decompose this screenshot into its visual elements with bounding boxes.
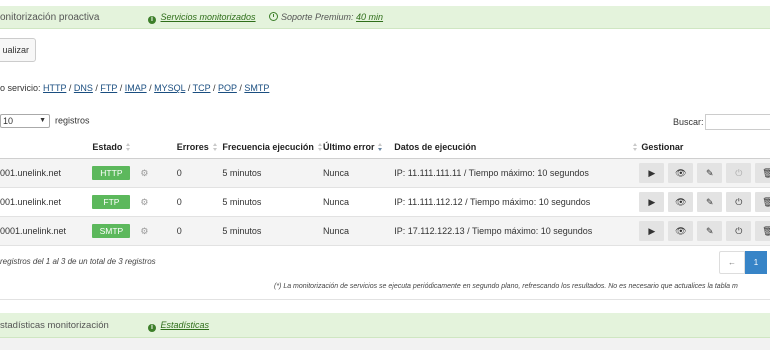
filter-mysql[interactable]: MYSQL <box>154 83 185 93</box>
cell-errores: 0 <box>176 158 223 188</box>
clock-icon <box>269 12 278 21</box>
stats-panel-header: stadísticas monitorización i Estadística… <box>0 313 770 338</box>
filter-http[interactable]: HTTP <box>43 83 66 93</box>
header-errores[interactable]: Errores <box>176 136 223 159</box>
stats-panel-body <box>0 338 770 350</box>
monitored-services: i Servicios monitorizados <box>148 12 256 24</box>
cell-frecuencia: 5 minutos <box>222 216 323 246</box>
stats-link[interactable]: Estadísticas <box>161 320 210 330</box>
cell-ultimo-error: Nunca <box>322 216 395 246</box>
gear-icon[interactable]: ⚙ <box>140 226 148 237</box>
cell-errores: 0 <box>176 187 223 217</box>
cell-ultimo-error: Nunca <box>322 187 395 217</box>
pagination: ← 1 <box>719 251 767 274</box>
cell-errores: 0 <box>176 216 223 246</box>
page-length-suffix: registros <box>55 115 90 126</box>
info-icon: i <box>148 16 156 24</box>
stats-link-wrap: i Estadísticas <box>148 320 209 332</box>
power-button[interactable]: ⏻︎ <box>726 163 752 183</box>
update-button[interactable]: ualizar <box>0 38 36 62</box>
cell-host: 0001.unelink.net <box>0 216 93 246</box>
sort-desc-icon <box>378 143 383 151</box>
cell-actions: ▶ 👁︎ ✎ ⏻︎ 🗑︎ <box>638 158 770 188</box>
delete-button[interactable]: 🗑︎ <box>755 221 770 241</box>
cell-frecuencia: 5 minutos <box>222 158 323 188</box>
edit-button[interactable]: ✎ <box>697 192 723 212</box>
service-filter: o servicio: HTTP / DNS / FTP / IMAP / MY… <box>0 83 270 93</box>
play-button[interactable]: ▶ <box>639 221 665 241</box>
page-length-select[interactable]: 10 ▼ <box>0 114 50 128</box>
stats-panel-title: stadísticas monitorización <box>0 320 109 331</box>
filter-ftp[interactable]: FTP <box>100 83 117 93</box>
header-frecuencia[interactable]: Frecuencia ejecución <box>222 136 323 159</box>
cell-frecuencia: 5 minutos <box>222 187 323 217</box>
table-header-row: Estado Errores Frecuencia ejecución Últi… <box>0 136 770 159</box>
cell-datos: IP: 17.112.122.13 / Tiempo máximo: 10 se… <box>394 216 639 246</box>
sort-icon <box>126 143 131 151</box>
search-label: Buscar: <box>673 117 704 127</box>
cell-host: 001.unelink.net <box>0 187 93 217</box>
edit-button[interactable]: ✎ <box>697 221 723 241</box>
header-estado[interactable]: Estado <box>92 136 177 159</box>
cell-estado: SMTP ⚙ <box>92 216 177 246</box>
monitoring-panel-header: onitorización proactiva i Servicios moni… <box>0 6 770 29</box>
table-row: 001.unelink.net FTP ⚙ 0 5 minutos Nunca I… <box>0 187 770 217</box>
premium-support-label: Soporte Premium: <box>281 12 357 22</box>
search-input[interactable] <box>705 114 770 130</box>
caret-down-icon: ▼ <box>39 117 46 124</box>
filter-smtp[interactable]: SMTP <box>244 83 269 93</box>
panel-title: onitorización proactiva <box>0 12 100 23</box>
service-filter-label: o servicio: <box>0 83 44 93</box>
cell-estado: FTP ⚙ <box>92 187 177 217</box>
info-icon: i <box>148 324 156 332</box>
filter-dns[interactable]: DNS <box>74 83 93 93</box>
pagination-page-1[interactable]: 1 <box>745 251 767 274</box>
table-row: 001.unelink.net HTTP ⚙ 0 5 minutos Nunca … <box>0 158 770 188</box>
cell-datos: IP: 11.111.111.11 / Tiempo máximo: 10 se… <box>394 158 639 188</box>
cell-actions: ▶ 👁︎ ✎ ⏻︎ 🗑︎ <box>638 216 770 246</box>
play-button[interactable]: ▶ <box>639 163 665 183</box>
status-badge: FTP <box>92 195 131 209</box>
cell-datos: IP: 11.111.112.12 / Tiempo máximo: 10 se… <box>394 187 639 217</box>
filter-tcp[interactable]: TCP <box>193 83 211 93</box>
view-button[interactable]: 👁︎ <box>668 163 694 183</box>
view-button[interactable]: 👁︎ <box>668 221 694 241</box>
cell-estado: HTTP ⚙ <box>92 158 177 188</box>
page-length-control: 10 ▼ registros <box>0 114 90 128</box>
monitored-services-link[interactable]: Servicios monitorizados <box>161 12 256 22</box>
divider <box>0 299 770 300</box>
filter-pop[interactable]: POP <box>218 83 237 93</box>
filter-imap[interactable]: IMAP <box>125 83 147 93</box>
sort-icon <box>212 143 218 151</box>
table-info: registros del 1 al 3 de un total de 3 re… <box>0 257 156 266</box>
header-gestionar: Gestionar <box>638 136 770 159</box>
view-button[interactable]: 👁︎ <box>668 192 694 212</box>
gear-icon[interactable]: ⚙ <box>140 197 148 208</box>
header-datos[interactable]: Datos de ejecución <box>394 136 639 159</box>
table-row: 0001.unelink.net SMTP ⚙ 0 5 minutos Nunca… <box>0 216 770 246</box>
header-ultimo-error[interactable]: Último error <box>322 136 395 159</box>
edit-button[interactable]: ✎ <box>697 163 723 183</box>
header-host[interactable] <box>0 136 93 159</box>
pagination-previous[interactable]: ← <box>719 251 745 274</box>
premium-support-time-link[interactable]: 40 min <box>356 12 383 22</box>
play-button[interactable]: ▶ <box>639 192 665 212</box>
background-refresh-note: (*) La monitorización de servicios se ej… <box>274 283 738 290</box>
power-button[interactable]: ⏻︎ <box>726 192 752 212</box>
cell-ultimo-error: Nunca <box>322 158 395 188</box>
delete-button[interactable]: 🗑︎ <box>755 192 770 212</box>
premium-support: Soporte Premium: 40 min <box>269 12 383 22</box>
gear-icon[interactable]: ⚙ <box>140 168 148 179</box>
status-badge: HTTP <box>92 166 131 180</box>
services-table: Estado Errores Frecuencia ejecución Últi… <box>0 136 770 246</box>
cell-actions: ▶ 👁︎ ✎ ⏻︎ 🗑︎ <box>638 187 770 217</box>
status-badge: SMTP <box>92 224 131 238</box>
power-button[interactable]: ⏻︎ <box>726 221 752 241</box>
cell-host: 001.unelink.net <box>0 158 93 188</box>
delete-button[interactable]: 🗑︎ <box>755 163 770 183</box>
